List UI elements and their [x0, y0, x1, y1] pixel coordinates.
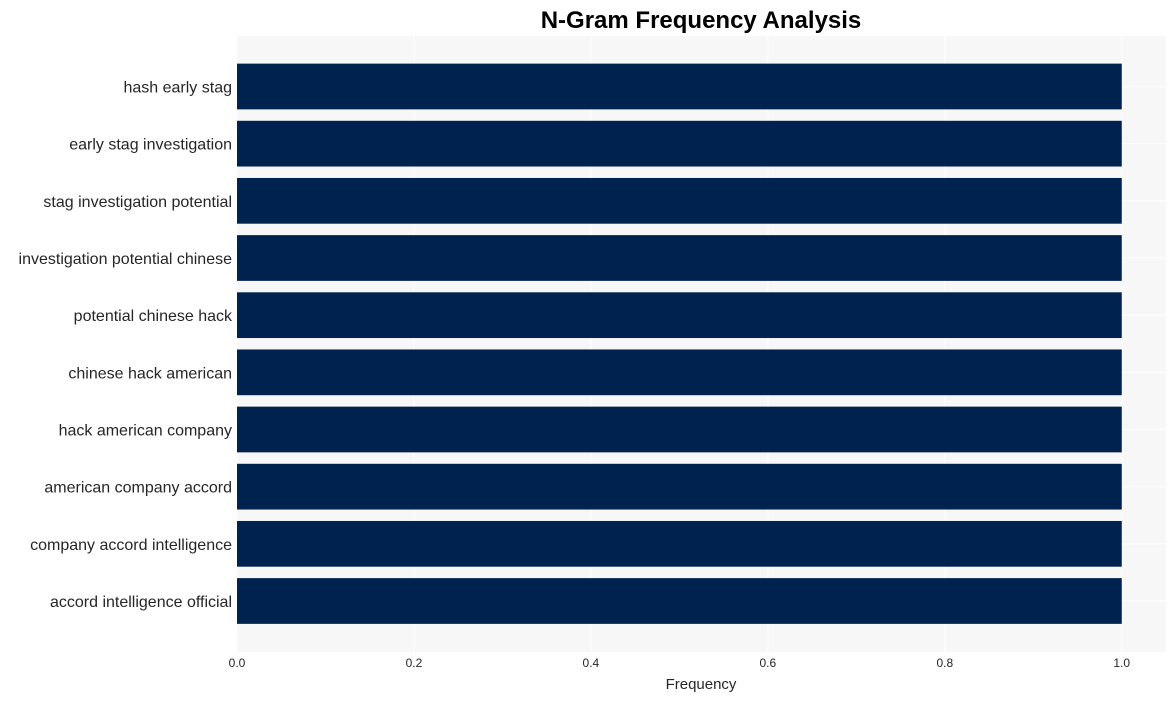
y-tick-label: investigation potential chinese: [19, 251, 233, 268]
bar: [237, 349, 1122, 396]
x-tick-label: 0.2: [406, 656, 423, 670]
x-tick-label: 1.0: [1113, 656, 1130, 670]
x-tick-labels: 0.0 0.2 0.4 0.6 0.8 1.0: [229, 656, 1131, 670]
bar: [237, 120, 1122, 167]
bar: [237, 292, 1122, 339]
y-tick-label: potential chinese hack: [74, 308, 233, 325]
y-tick-labels: hash early stag early stag investigation s…: [19, 80, 233, 612]
bar: [237, 235, 1122, 281]
bar: [237, 520, 1122, 567]
chart: hash early stag early stag investigation s…: [19, 7, 1166, 693]
y-tick-label: american company accord: [44, 480, 232, 497]
y-tick-label: hack american company: [59, 423, 232, 440]
x-tick-label: 0.6: [760, 656, 777, 670]
x-tick-label: 0.0: [229, 656, 246, 670]
y-tick-label: early stag investigation: [69, 137, 232, 154]
bar: [237, 406, 1122, 453]
y-tick-label: company accord intelligence: [30, 537, 232, 554]
x-tick-label: 0.8: [936, 656, 953, 670]
x-tick-label: 0.4: [583, 656, 600, 670]
bar: [237, 177, 1122, 224]
bar: [237, 63, 1122, 110]
bar: [237, 578, 1122, 624]
y-tick-label: accord intelligence official: [50, 594, 232, 611]
x-axis-label: Frequency: [666, 676, 737, 693]
y-tick-label: chinese hack american: [68, 365, 232, 382]
bar: [237, 463, 1122, 510]
y-tick-label: stag investigation potential: [43, 194, 232, 211]
y-tick-label: hash early stag: [123, 80, 232, 97]
chart-title: N-Gram Frequency Analysis: [541, 7, 862, 34]
